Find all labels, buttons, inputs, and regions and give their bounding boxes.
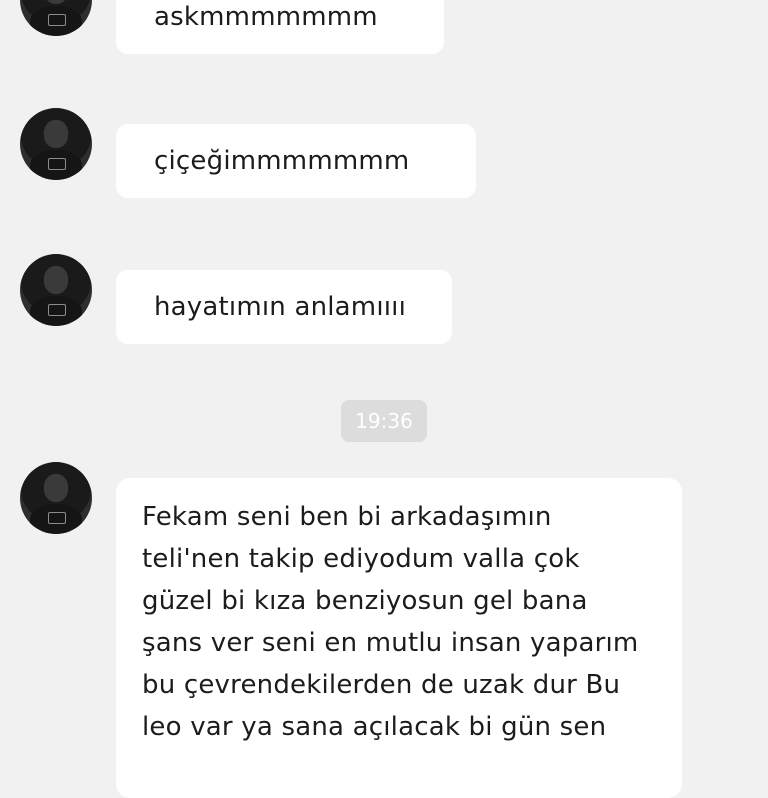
- sender-avatar[interactable]: [20, 254, 92, 326]
- sender-avatar[interactable]: [20, 462, 92, 534]
- message-bubble[interactable]: askmmmmmmm: [116, 0, 444, 54]
- message-text: çiçeğimmmmmmm: [154, 146, 410, 176]
- avatar-shirt-mark: [48, 304, 66, 316]
- message-text: hayatımın anlamıııı: [154, 292, 407, 322]
- sender-avatar[interactable]: [20, 108, 92, 180]
- avatar-face: [44, 0, 68, 4]
- message-bubble[interactable]: hayatımın anlamıııı: [116, 270, 452, 344]
- avatar-shirt-mark: [48, 512, 66, 524]
- message-text: askmmmmmmm: [154, 2, 378, 32]
- avatar-shirt-mark: [48, 14, 66, 26]
- message-text: Fekam seni ben bi arkadaşımın teli'nen t…: [142, 502, 639, 742]
- avatar-face: [44, 474, 68, 502]
- timestamp-badge: 19:36: [341, 400, 427, 442]
- message-bubble[interactable]: çiçeğimmmmmmm: [116, 124, 476, 198]
- sender-avatar[interactable]: [20, 0, 92, 36]
- message-bubble[interactable]: Fekam seni ben bi arkadaşımın teli'nen t…: [116, 478, 682, 798]
- avatar-shirt-mark: [48, 158, 66, 170]
- avatar-face: [44, 120, 68, 148]
- avatar-face: [44, 266, 68, 294]
